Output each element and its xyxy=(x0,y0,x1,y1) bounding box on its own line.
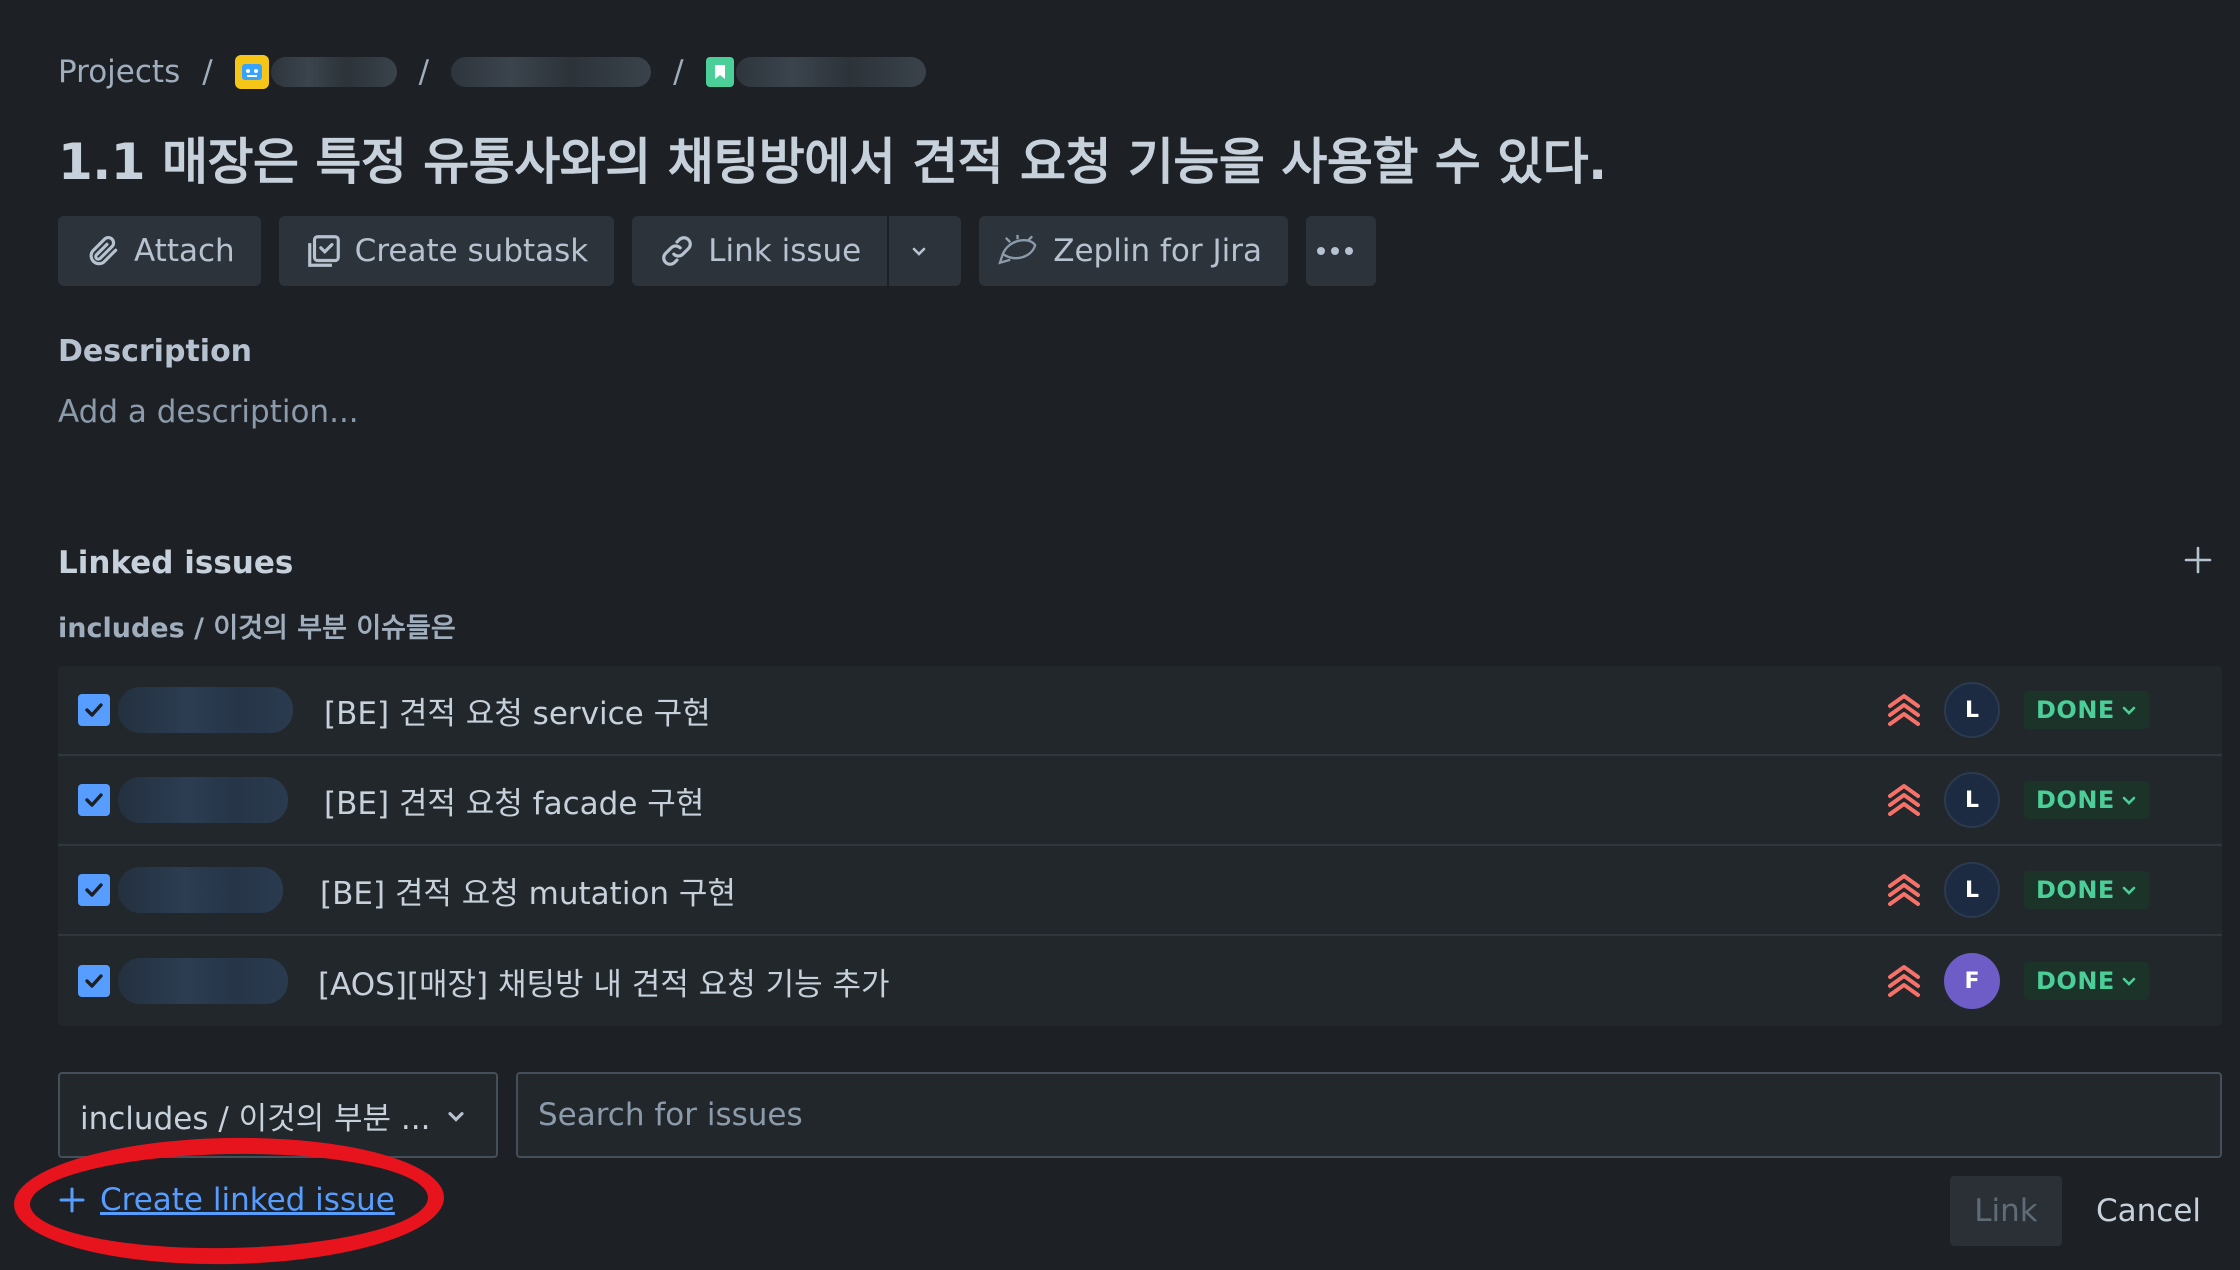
chevron-down-icon xyxy=(912,247,926,256)
linked-issue-row[interactable]: [BE] 견적 요청 facade 구현 L DONE xyxy=(58,756,2222,846)
link-type-select[interactable]: includes / 이것의 부분 ... xyxy=(58,1072,498,1158)
zeplin-label: Zeplin for Jira xyxy=(1053,233,1262,269)
chevron-down-icon xyxy=(448,1112,464,1122)
status-label: DONE xyxy=(2036,786,2115,814)
chevron-down-icon xyxy=(2122,706,2136,715)
assignee-avatar[interactable]: L xyxy=(1944,682,2000,738)
link-issue-dropdown[interactable] xyxy=(889,216,961,286)
story-icon xyxy=(705,57,734,87)
linked-issues-list: [BE] 견적 요청 service 구현 L DONE [BE] 견적 요청 … xyxy=(58,666,2222,1026)
issue-key[interactable] xyxy=(118,687,293,733)
link-button[interactable]: Link xyxy=(1950,1176,2062,1246)
status-dropdown[interactable]: DONE xyxy=(2024,962,2149,1000)
plus-icon xyxy=(59,1187,85,1213)
assignee-avatar[interactable]: L xyxy=(1944,772,2000,828)
breadcrumb-issue-key[interactable] xyxy=(735,57,926,87)
issue-summary[interactable]: [BE] 견적 요청 service 구현 xyxy=(324,688,711,733)
attach-button[interactable]: Attach xyxy=(58,216,261,286)
project-avatar-icon xyxy=(234,55,269,89)
ellipsis-icon xyxy=(1316,247,1353,255)
issue-summary[interactable]: [BE] 견적 요청 facade 구현 xyxy=(324,778,704,823)
chevron-down-icon xyxy=(2122,886,2136,895)
create-subtask-button[interactable]: Create subtask xyxy=(278,216,615,286)
status-label: DONE xyxy=(2036,696,2115,724)
chevron-down-icon xyxy=(2122,977,2136,986)
linked-issue-row[interactable]: [AOS][매장] 채팅방 내 견적 요청 기능 추가 F DONE xyxy=(58,936,2222,1026)
breadcrumb: Projects / / / xyxy=(58,50,926,94)
highest-priority-icon xyxy=(1888,694,1920,726)
create-linked-issue-link[interactable]: Create linked issue xyxy=(58,1182,395,1218)
check-icon xyxy=(85,883,103,897)
breadcrumb-separator: / xyxy=(202,54,213,90)
status-label: DONE xyxy=(2036,967,2115,995)
cancel-button[interactable]: Cancel xyxy=(2080,1176,2217,1246)
check-icon xyxy=(85,703,103,717)
status-dropdown[interactable]: DONE xyxy=(2024,691,2149,729)
status-dropdown[interactable]: DONE xyxy=(2024,781,2149,819)
chevron-down-icon xyxy=(2122,796,2136,805)
add-linked-issue-button[interactable] xyxy=(2178,540,2218,580)
link-issue-label: Link issue xyxy=(708,233,862,269)
issue-summary[interactable]: [BE] 견적 요청 mutation 구현 xyxy=(320,868,736,913)
check-icon xyxy=(85,793,103,807)
highest-priority-icon xyxy=(1888,965,1920,997)
paperclip-icon xyxy=(89,236,118,266)
more-actions-button[interactable] xyxy=(1305,216,1376,286)
breadcrumb-projects[interactable]: Projects xyxy=(58,54,180,90)
issue-key[interactable] xyxy=(118,958,288,1004)
linked-issue-row[interactable]: [BE] 견적 요청 service 구현 L DONE xyxy=(58,666,2222,756)
highest-priority-icon xyxy=(1888,784,1920,816)
zeplin-button[interactable]: Zeplin for Jira xyxy=(979,216,1288,286)
issue-key[interactable] xyxy=(118,777,288,823)
link-type-selected-value: includes / 이것의 부분 ... xyxy=(80,1100,431,1137)
breadcrumb-separator: / xyxy=(673,54,684,90)
link-icon xyxy=(662,236,693,266)
link-issue-button[interactable]: Link issue xyxy=(632,216,890,286)
description-heading: Description xyxy=(58,334,253,369)
issue-toolbar: Attach Create subtask Link issue Zeplin … xyxy=(58,216,1376,286)
issue-checkbox[interactable] xyxy=(78,965,110,997)
zeplin-icon xyxy=(998,234,1037,265)
subtask-icon xyxy=(307,235,340,267)
issue-key[interactable] xyxy=(118,867,283,913)
breadcrumb-project-name[interactable] xyxy=(270,57,397,87)
issue-checkbox[interactable] xyxy=(78,694,110,726)
highest-priority-icon xyxy=(1888,874,1920,906)
attach-label: Attach xyxy=(134,233,235,269)
link-type-label: includes / 이것의 부분 이슈들은 xyxy=(58,613,456,644)
link-issue-split-button: Link issue xyxy=(632,216,962,286)
issue-search-input[interactable] xyxy=(516,1072,2222,1158)
assignee-avatar[interactable]: F xyxy=(1944,953,2000,1009)
issue-title[interactable]: 1.1 매장은 특정 유통사와의 채팅방에서 견적 요청 기능을 사용할 수 있… xyxy=(58,122,1607,194)
breadcrumb-epic[interactable] xyxy=(451,57,652,87)
assignee-avatar[interactable]: L xyxy=(1944,862,2000,918)
description-field[interactable]: Add a description... xyxy=(58,394,359,430)
plus-icon xyxy=(2184,546,2212,574)
linked-issues-heading: Linked issues xyxy=(58,545,294,581)
breadcrumb-separator: / xyxy=(418,54,430,90)
issue-summary[interactable]: [AOS][매장] 채팅방 내 견적 요청 기능 추가 xyxy=(318,959,890,1004)
create-linked-issue-label: Create linked issue xyxy=(100,1182,395,1218)
status-label: DONE xyxy=(2036,876,2115,904)
linked-issue-row[interactable]: [BE] 견적 요청 mutation 구현 L DONE xyxy=(58,846,2222,936)
check-icon xyxy=(85,974,103,988)
issue-checkbox[interactable] xyxy=(78,874,110,906)
issue-checkbox[interactable] xyxy=(78,784,110,816)
status-dropdown[interactable]: DONE xyxy=(2024,871,2149,909)
create-subtask-label: Create subtask xyxy=(354,233,589,269)
